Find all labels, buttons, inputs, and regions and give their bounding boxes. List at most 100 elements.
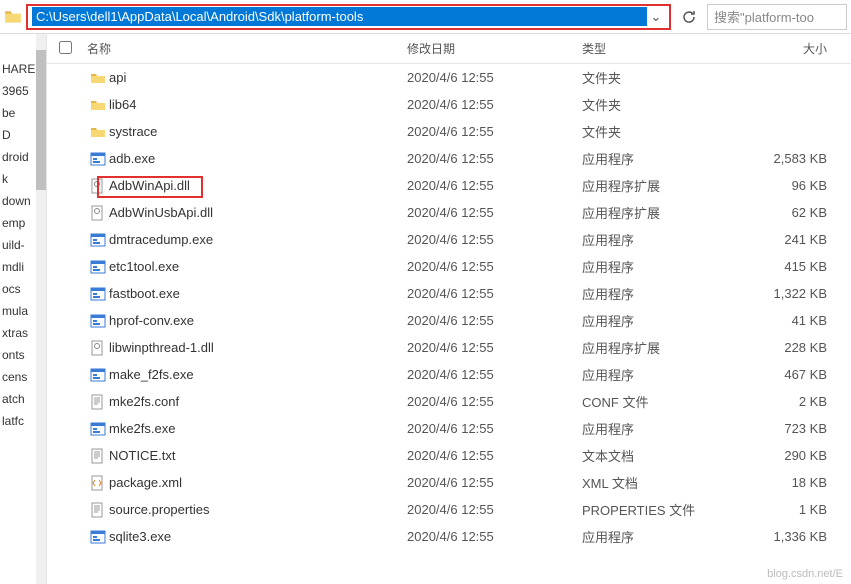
table-row[interactable]: mke2fs.conf2020/4/6 12:55CONF 文件2 KB (47, 388, 851, 415)
table-row[interactable]: api2020/4/6 12:55文件夹 (47, 64, 851, 91)
file-date: 2020/4/6 12:55 (407, 394, 582, 409)
file-type: 应用程序扩展 (582, 176, 732, 195)
file-type: 应用程序扩展 (582, 338, 732, 357)
file-date: 2020/4/6 12:55 (407, 448, 582, 463)
address-path[interactable]: C:\Users\dell1\AppData\Local\Android\Sdk… (32, 7, 647, 26)
txt-icon (87, 502, 109, 518)
file-type: 应用程序 (582, 230, 732, 249)
select-all-checkbox[interactable] (59, 41, 87, 57)
file-date: 2020/4/6 12:55 (407, 340, 582, 355)
column-type[interactable]: 类型 (582, 40, 732, 57)
file-date: 2020/4/6 12:55 (407, 313, 582, 328)
toolbar: C:\Users\dell1\AppData\Local\Android\Sdk… (0, 0, 851, 34)
exe-icon (87, 529, 109, 545)
exe-icon (87, 367, 109, 383)
chevron-down-icon[interactable]: ⌄ (647, 9, 665, 25)
file-date: 2020/4/6 12:55 (407, 70, 582, 85)
file-date: 2020/4/6 12:55 (407, 367, 582, 382)
file-size: 1 KB (732, 502, 851, 517)
file-type: 应用程序扩展 (582, 203, 732, 222)
exe-icon (87, 232, 109, 248)
file-size: 2,583 KB (732, 151, 851, 166)
column-headers: 名称 修改日期 类型 大小 (47, 34, 851, 64)
file-type: 应用程序 (582, 527, 732, 546)
file-name: package.xml (109, 475, 407, 490)
file-size: 96 KB (732, 178, 851, 193)
file-date: 2020/4/6 12:55 (407, 259, 582, 274)
file-size: 1,336 KB (732, 529, 851, 544)
file-name: sqlite3.exe (109, 529, 407, 544)
refresh-button[interactable] (675, 4, 703, 30)
xml-icon (87, 475, 109, 491)
file-name: mke2fs.conf (109, 394, 407, 409)
file-name: systrace (109, 124, 407, 139)
file-date: 2020/4/6 12:55 (407, 421, 582, 436)
column-size[interactable]: 大小 (732, 40, 851, 57)
table-row[interactable]: libwinpthread-1.dll2020/4/6 12:55应用程序扩展2… (47, 334, 851, 361)
file-size: 241 KB (732, 232, 851, 247)
file-name: fastboot.exe (109, 286, 407, 301)
file-name: api (109, 70, 407, 85)
file-date: 2020/4/6 12:55 (407, 286, 582, 301)
folder-icon (87, 97, 109, 113)
file-type: 应用程序 (582, 257, 732, 276)
column-name[interactable]: 名称 (87, 40, 407, 57)
column-date[interactable]: 修改日期 (407, 40, 582, 57)
file-name: source.properties (109, 502, 407, 517)
file-name: mke2fs.exe (109, 421, 407, 436)
table-row[interactable]: systrace2020/4/6 12:55文件夹 (47, 118, 851, 145)
file-date: 2020/4/6 12:55 (407, 529, 582, 544)
file-name: etc1tool.exe (109, 259, 407, 274)
table-row[interactable]: lib642020/4/6 12:55文件夹 (47, 91, 851, 118)
sidebar-scroll-thumb[interactable] (36, 50, 46, 190)
exe-icon (87, 151, 109, 167)
search-placeholder: 搜索"platform-too (714, 7, 814, 26)
file-date: 2020/4/6 12:55 (407, 151, 582, 166)
table-row[interactable]: hprof-conv.exe2020/4/6 12:55应用程序41 KB (47, 307, 851, 334)
file-size: 467 KB (732, 367, 851, 382)
file-name: make_f2fs.exe (109, 367, 407, 382)
file-type: 应用程序 (582, 419, 732, 438)
table-row[interactable]: sqlite3.exe2020/4/6 12:55应用程序1,336 KB (47, 523, 851, 550)
table-row[interactable]: etc1tool.exe2020/4/6 12:55应用程序415 KB (47, 253, 851, 280)
file-size: 228 KB (732, 340, 851, 355)
table-row[interactable]: dmtracedump.exe2020/4/6 12:55应用程序241 KB (47, 226, 851, 253)
table-row[interactable]: NOTICE.txt2020/4/6 12:55文本文档290 KB (47, 442, 851, 469)
file-size: 2 KB (732, 394, 851, 409)
file-type: 应用程序 (582, 284, 732, 303)
file-type: 应用程序 (582, 311, 732, 330)
file-type: 文本文档 (582, 446, 732, 465)
table-row[interactable]: adb.exe2020/4/6 12:55应用程序2,583 KB (47, 145, 851, 172)
file-size: 415 KB (732, 259, 851, 274)
exe-icon (87, 421, 109, 437)
dll-icon (87, 205, 109, 221)
table-row[interactable]: make_f2fs.exe2020/4/6 12:55应用程序467 KB (47, 361, 851, 388)
table-row[interactable]: source.properties2020/4/6 12:55PROPERTIE… (47, 496, 851, 523)
folder-icon (87, 70, 109, 86)
file-type: 文件夹 (582, 68, 732, 87)
address-bar[interactable]: C:\Users\dell1\AppData\Local\Android\Sdk… (26, 4, 671, 30)
dll-icon (87, 340, 109, 356)
table-row[interactable]: package.xml2020/4/6 12:55XML 文档18 KB (47, 469, 851, 496)
file-date: 2020/4/6 12:55 (407, 232, 582, 247)
table-row[interactable]: fastboot.exe2020/4/6 12:55应用程序1,322 KB (47, 280, 851, 307)
file-name: AdbWinApi.dll (109, 178, 407, 193)
exe-icon (87, 313, 109, 329)
search-input[interactable]: 搜索"platform-too (707, 4, 847, 30)
file-date: 2020/4/6 12:55 (407, 502, 582, 517)
sidebar-scrollbar[interactable] (36, 34, 46, 584)
exe-icon (87, 286, 109, 302)
txt-icon (87, 394, 109, 410)
dll-icon (87, 178, 109, 194)
sidebar: HARE3965beDdroidkdownempuild-mdliocsmula… (0, 34, 47, 584)
file-type: 应用程序 (582, 149, 732, 168)
file-date: 2020/4/6 12:55 (407, 178, 582, 193)
table-row[interactable]: mke2fs.exe2020/4/6 12:55应用程序723 KB (47, 415, 851, 442)
table-row[interactable]: AdbWinApi.dll2020/4/6 12:55应用程序扩展96 KB (47, 172, 851, 199)
file-type: PROPERTIES 文件 (582, 500, 732, 519)
table-row[interactable]: AdbWinUsbApi.dll2020/4/6 12:55应用程序扩展62 K… (47, 199, 851, 226)
file-date: 2020/4/6 12:55 (407, 205, 582, 220)
file-size: 290 KB (732, 448, 851, 463)
watermark: blog.csdn.net/E (767, 568, 843, 580)
file-date: 2020/4/6 12:55 (407, 124, 582, 139)
